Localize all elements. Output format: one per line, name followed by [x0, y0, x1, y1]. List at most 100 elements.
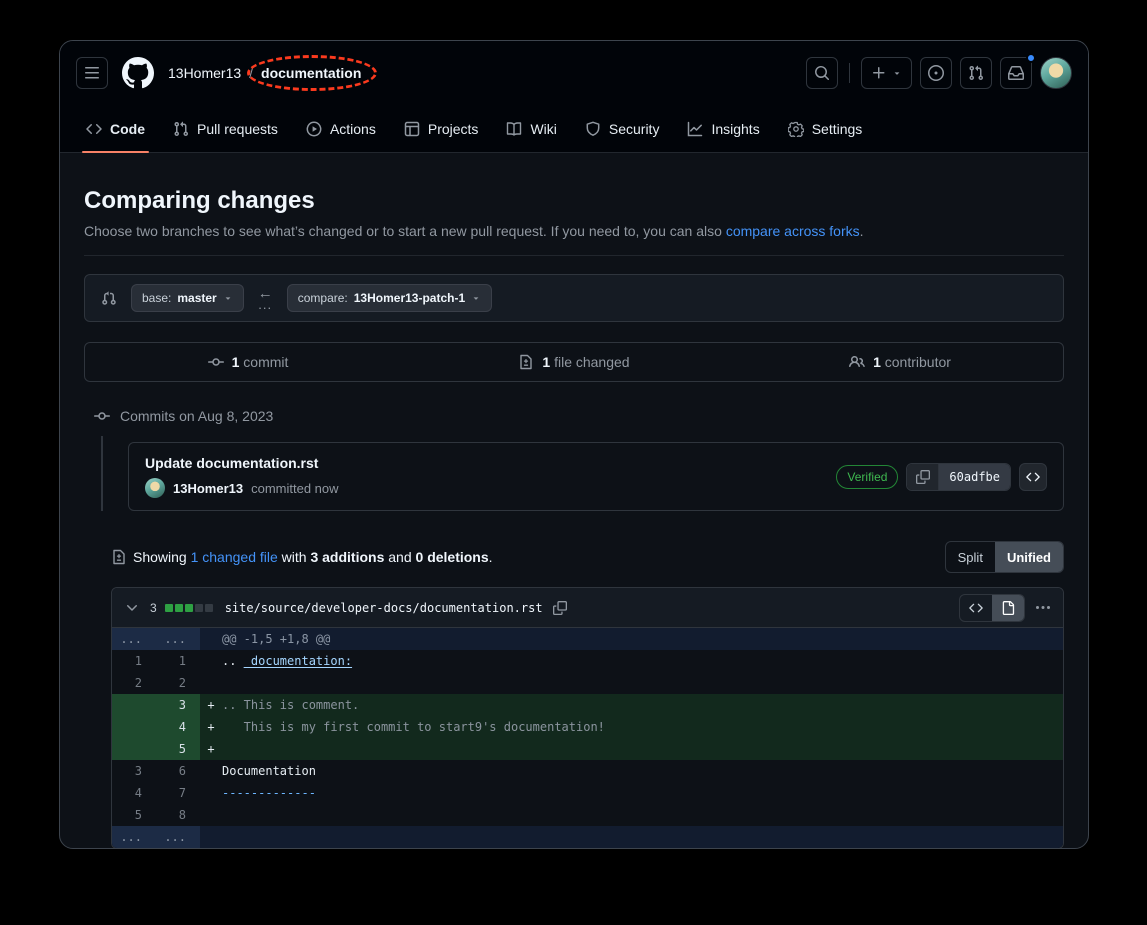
diff-summary-bar: 1 commit 1 file changed 1 contributor [84, 342, 1064, 382]
user-avatar[interactable] [1040, 57, 1072, 89]
pull-request-icon [968, 65, 984, 81]
compare-branch-dropdown[interactable]: compare: 13Homer13-patch-1 [287, 284, 492, 312]
tab-actions[interactable]: Actions [292, 105, 390, 152]
breadcrumb-separator: / [249, 65, 253, 81]
pull-requests-button[interactable] [960, 57, 992, 89]
commits-timeline: Commits on Aug 8, 2023 Update documentat… [84, 408, 1064, 511]
line-code: Documentation [222, 760, 1063, 782]
new-line-number: 7 [156, 782, 200, 804]
rendered-view-button[interactable] [992, 595, 1024, 621]
commit-meta: 13Homer13 committed now [145, 478, 339, 498]
diff-file-header: 3 site/source/developer-docs/documentati… [112, 588, 1063, 628]
section-divider [84, 255, 1064, 256]
source-view-button[interactable] [960, 595, 992, 621]
compare-across-forks-link[interactable]: compare across forks [726, 223, 860, 239]
line-sign [200, 804, 222, 826]
line-code [222, 804, 1063, 826]
diff-line: 4 7 ------------- [112, 782, 1063, 804]
search-button[interactable] [806, 57, 838, 89]
commits-date-heading: Commits on Aug 8, 2023 [120, 408, 273, 424]
chevron-down-icon [124, 600, 140, 616]
book-icon [506, 121, 522, 137]
line-sign [200, 782, 222, 804]
commits-text: 1 commit [232, 354, 289, 370]
tab-projects[interactable]: Projects [390, 105, 493, 152]
hunk-header-text [222, 826, 1063, 848]
hunk-header-text: @@ -1,5 +1,8 @@ [222, 628, 1063, 650]
line-code [222, 738, 1063, 760]
tab-wiki[interactable]: Wiki [492, 105, 570, 152]
old-line-number [112, 694, 156, 716]
plus-icon [871, 65, 887, 81]
tab-insights[interactable]: Insights [673, 105, 773, 152]
changes-count: 3 [150, 601, 157, 615]
commit-icon [94, 408, 110, 424]
tab-security[interactable]: Security [571, 105, 674, 152]
diff-hunk-row: ... ... [112, 826, 1063, 848]
diff-body: ... ... @@ -1,5 +1,8 @@ 1 1 .. _document… [112, 628, 1063, 848]
tab-pull-requests[interactable]: Pull requests [159, 105, 292, 152]
base-branch-dropdown[interactable]: base: master [131, 284, 244, 312]
changed-file-link[interactable]: 1 changed file [191, 549, 278, 565]
hunk-new-gutter: ... [156, 628, 200, 650]
files-changed-summary-row: Showing 1 changed file with 3 additions … [111, 541, 1064, 573]
hamburger-menu-button[interactable] [76, 57, 108, 89]
copy-sha-button[interactable] [907, 464, 939, 490]
tab-code[interactable]: Code [72, 105, 159, 152]
old-line-number [112, 738, 156, 760]
project-table-icon [404, 121, 420, 137]
unified-view-button[interactable]: Unified [995, 542, 1063, 572]
breadcrumb-repo-wrap: documentation [261, 65, 361, 81]
commit-icon [208, 354, 224, 370]
summary-commits[interactable]: 1 commit [85, 343, 411, 381]
line-sign: + [200, 694, 222, 716]
github-logo-icon [122, 57, 154, 89]
contributors-text: 1 contributor [873, 354, 951, 370]
caret-down-icon [471, 293, 481, 303]
commit-author-link[interactable]: 13Homer13 [173, 481, 243, 496]
collapse-file-button[interactable] [122, 598, 142, 618]
split-view-button[interactable]: Split [946, 542, 995, 572]
caret-down-icon [892, 68, 902, 78]
notification-dot [1026, 53, 1036, 63]
commit-action-text: committed now [251, 481, 338, 496]
header-divider [849, 63, 850, 83]
repo-nav: Code Pull requests Actions Projects Wiki… [60, 105, 1088, 153]
code-icon [969, 601, 983, 615]
summary-contributors[interactable]: 1 contributor [737, 343, 1063, 381]
file-path-link[interactable]: site/source/developer-docs/documentation… [225, 601, 543, 615]
summary-files-changed[interactable]: 1 file changed [411, 343, 737, 381]
breadcrumb-repo-link[interactable]: documentation [261, 65, 361, 81]
compare-value: 13Homer13-patch-1 [354, 291, 465, 305]
git-compare-icon [101, 290, 117, 306]
breadcrumb-owner-link[interactable]: 13Homer13 [168, 65, 241, 81]
tab-settings[interactable]: Settings [774, 105, 877, 152]
diffstat-add-square [165, 604, 173, 612]
line-code [222, 672, 1063, 694]
line-sign: + [200, 716, 222, 738]
browse-code-button[interactable] [1019, 463, 1047, 491]
hunk-sign-spacer [200, 628, 222, 650]
copy-path-button[interactable] [551, 599, 569, 617]
old-line-number [112, 716, 156, 738]
new-line-number: 3 [156, 694, 200, 716]
commit-author-avatar[interactable] [145, 478, 165, 498]
line-sign [200, 672, 222, 694]
issues-button[interactable] [920, 57, 952, 89]
commit-sha-link[interactable]: 60adfbe [939, 464, 1010, 490]
issues-icon [928, 65, 944, 81]
diff-header-actions [959, 594, 1053, 622]
file-options-button[interactable] [1033, 598, 1053, 618]
copy-icon [553, 601, 567, 615]
old-line-number: 5 [112, 804, 156, 826]
create-new-button[interactable] [861, 57, 912, 89]
diff-line: 1 1 .. _documentation: [112, 650, 1063, 672]
main-content: Comparing changes Choose two branches to… [60, 153, 1088, 849]
verified-badge[interactable]: Verified [836, 465, 898, 489]
commit-title-link[interactable]: Update documentation.rst [145, 455, 339, 471]
search-icon [814, 65, 830, 81]
commits-date-heading-row: Commits on Aug 8, 2023 [84, 408, 1064, 424]
github-logo[interactable] [122, 57, 154, 89]
diff-view-segmented-control: Split Unified [945, 541, 1064, 573]
files-count: 1 [542, 354, 550, 370]
